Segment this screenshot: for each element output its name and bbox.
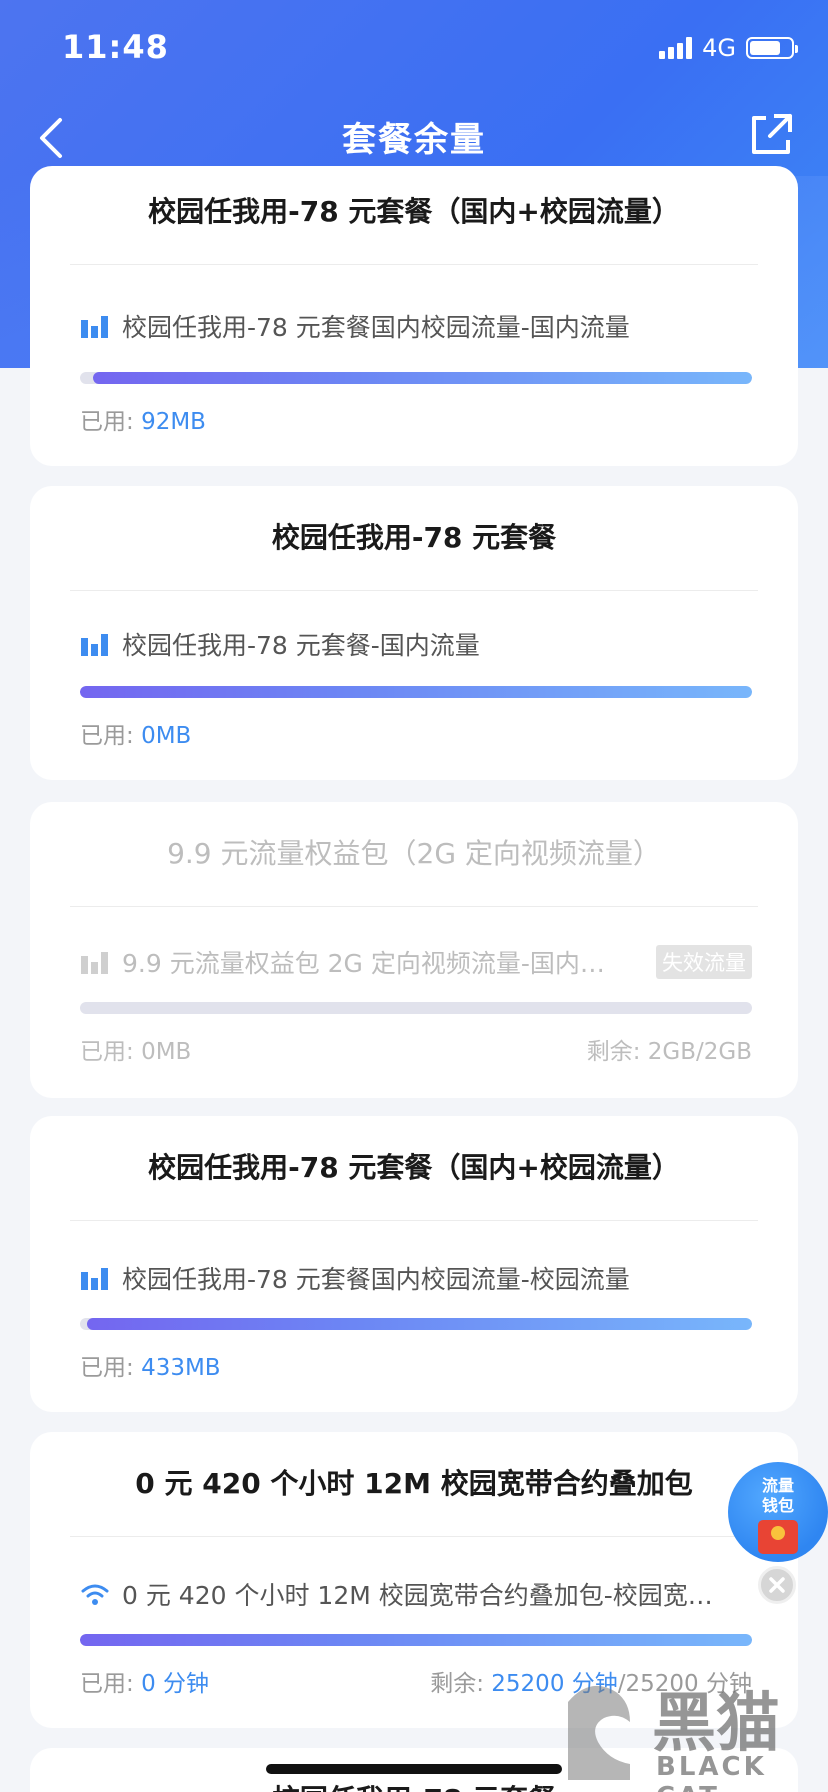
used-label: 已用: [80, 1355, 134, 1381]
package-item: 校园任我用-78 元套餐国内校园流量-国内流量 [80, 308, 752, 344]
home-indicator [266, 1764, 562, 1774]
used-label: 已用: [80, 723, 134, 749]
traffic-wallet-button[interactable]: 流量 钱包 [728, 1462, 828, 1562]
usage-bar-fill [93, 372, 752, 384]
share-icon [752, 114, 792, 154]
package-title: 校园任我用-78 元套餐（国内+校园流量） [148, 195, 680, 228]
usage-stats: 已用: 0MB 剩余: 2GB/2GB [80, 1032, 752, 1066]
used-value: 0MB [141, 723, 192, 749]
package-card-expired[interactable]: 9.9 元流量权益包（2G 定向视频流量） 9.9 元流量权益包 2G 定向视频… [30, 802, 798, 1098]
package-item: 校园任我用-78 元套餐-国内流量 [80, 626, 752, 662]
usage-stats: 已用: 433MB [80, 1348, 752, 1382]
used-label: 已用: [80, 1671, 134, 1697]
used-value: 0 分钟 [141, 1671, 210, 1697]
usage-bar-fill [80, 686, 752, 698]
package-card[interactable]: 校园任我用-78 元套餐 校园任我用-78 元套餐-国内流量 已用: 0MB [30, 486, 798, 780]
card-divider [70, 590, 758, 591]
usage-bar-fill [86, 1318, 752, 1330]
used-label: 已用: [80, 1039, 134, 1065]
usage-stats: 已用: 92MB [80, 402, 752, 436]
bar-chart-icon [81, 316, 108, 338]
usage-stats: 已用: 0MB [80, 716, 752, 750]
wallet-label-line1: 流量 [761, 1476, 794, 1495]
status-indicators: 4G [659, 34, 798, 62]
used-label: 已用: [80, 409, 134, 435]
package-item: 0 元 420 个小时 12M 校园宽带合约叠加包-校园宽… [80, 1576, 752, 1612]
package-title: 校园任我用-78 元套餐（国内+校园流量） [148, 1151, 680, 1184]
item-label: 校园任我用-78 元套餐国内校园流量-国内流量 [122, 313, 630, 342]
wallet-label-line2: 钱包 [761, 1496, 794, 1515]
item-label: 校园任我用-78 元套餐国内校园流量-校园流量 [122, 1265, 630, 1294]
red-envelope-icon [758, 1520, 798, 1554]
signal-icon [659, 37, 693, 59]
package-item: 校园任我用-78 元套餐国内校园流量-校园流量 [80, 1260, 752, 1296]
bar-chart-icon [81, 952, 108, 974]
usage-bar [80, 1002, 752, 1014]
used-value: 0MB [141, 1039, 192, 1065]
card-divider [70, 264, 758, 265]
item-label: 0 元 420 个小时 12M 校园宽带合约叠加包-校园宽… [122, 1581, 713, 1610]
usage-bar [80, 1634, 752, 1646]
status-time: 11:48 [62, 28, 169, 66]
wallet-label: 流量 钱包 [728, 1476, 828, 1516]
package-card[interactable]: 校园任我用-78 元套餐（国内+校园流量） 校园任我用-78 元套餐国内校园流量… [30, 166, 798, 466]
bar-chart-icon [81, 634, 108, 656]
share-button[interactable] [744, 108, 798, 162]
close-wallet-button[interactable] [758, 1566, 796, 1604]
package-item: 9.9 元流量权益包 2G 定向视频流量-国内… 失效流量 [80, 944, 752, 980]
card-divider [70, 1536, 758, 1537]
watermark-brand-cn: 黑猫 [652, 1687, 780, 1761]
bar-chart-icon [81, 1268, 108, 1290]
usage-bar [80, 372, 752, 384]
network-type: 4G [702, 34, 736, 62]
wifi-icon [81, 1584, 109, 1605]
usage-bar [80, 1318, 752, 1330]
battery-icon [746, 37, 798, 59]
usage-bar-fill [80, 1634, 752, 1646]
expired-badge: 失效流量 [656, 945, 752, 979]
page-title: 套餐余量 [342, 120, 486, 160]
remain-label: 剩余: [430, 1671, 484, 1697]
card-divider [70, 1220, 758, 1221]
package-title: 校园任我用-78 元套餐 [271, 521, 557, 554]
watermark: 黑猫 BLACK CAT [560, 1672, 828, 1792]
item-label: 9.9 元流量权益包 2G 定向视频流量-国内… [122, 949, 605, 978]
usage-bar [80, 686, 752, 698]
card-divider [70, 906, 758, 907]
used-value: 92MB [141, 409, 206, 435]
package-title: 0 元 420 个小时 12M 校园宽带合约叠加包 [135, 1467, 693, 1500]
package-card[interactable]: 校园任我用-78 元套餐（国内+校园流量） 校园任我用-78 元套餐国内校园流量… [30, 1116, 798, 1412]
status-bar: 11:48 4G [0, 0, 828, 100]
package-title: 9.9 元流量权益包（2G 定向视频流量） [167, 837, 661, 870]
remain-value: 2GB/2GB [647, 1039, 752, 1065]
watermark-brand-en: BLACK CAT [656, 1752, 767, 1792]
remain-label: 剩余: [586, 1039, 641, 1065]
item-label: 校园任我用-78 元套餐-国内流量 [122, 631, 480, 660]
used-value: 433MB [141, 1355, 221, 1381]
close-icon [769, 1577, 785, 1593]
